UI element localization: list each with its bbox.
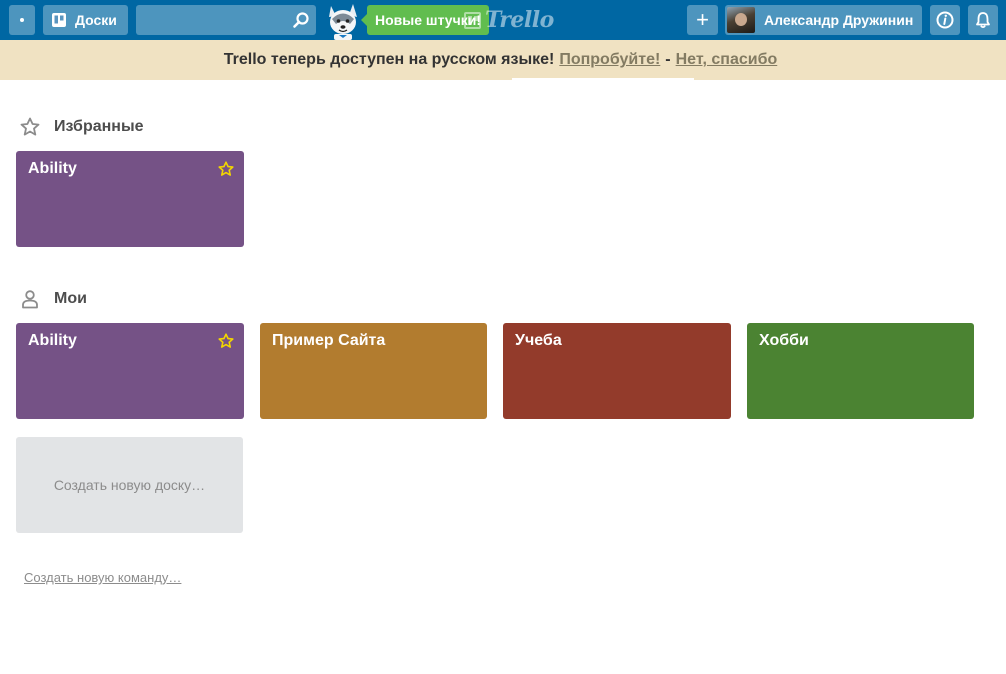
star-icon	[20, 117, 40, 136]
banner-notch	[512, 78, 694, 81]
board-tile-ability[interactable]: Ability	[16, 323, 244, 419]
try-link[interactable]: Попробуйте!	[559, 51, 660, 69]
person-icon	[22, 290, 38, 309]
info-icon	[936, 11, 954, 29]
boards-button[interactable]: Доски	[43, 5, 128, 35]
board-tile-ability-favorite[interactable]: Ability	[16, 151, 244, 247]
favorites-title-text: Избранные	[54, 118, 144, 135]
create-board-button[interactable]: Создать новую доску…	[16, 437, 243, 533]
user-menu-button[interactable]: Александр Дружинин	[725, 5, 922, 35]
create-team-link[interactable]: Создать новую команду…	[24, 570, 181, 585]
no-thanks-link[interactable]: Нет, спасибо	[676, 51, 778, 69]
info-button[interactable]	[930, 5, 960, 35]
notifications-button[interactable]	[968, 5, 998, 35]
board-tile-name: Ability	[28, 160, 77, 177]
search-icon[interactable]	[292, 11, 310, 29]
bell-icon	[976, 12, 990, 29]
board-tile-name: Ability	[28, 332, 77, 349]
menu-button[interactable]	[9, 5, 35, 35]
search-input[interactable]	[136, 5, 316, 35]
star-icon[interactable]	[218, 333, 234, 349]
star-icon[interactable]	[218, 161, 234, 177]
boards-icon	[52, 13, 66, 27]
favorites-section-title: Избранные	[20, 117, 144, 137]
language-banner: Trello теперь доступен на русском языке!…	[0, 40, 1006, 80]
husky-mascot-icon[interactable]	[323, 2, 363, 40]
board-tile-example-site[interactable]: Пример Сайта	[260, 323, 487, 419]
banner-separator: -	[665, 51, 671, 68]
menu-dot-icon	[20, 18, 24, 22]
board-tile-name: Пример Сайта	[272, 332, 386, 349]
logo-text: Trello	[485, 7, 554, 33]
search-box[interactable]	[136, 5, 316, 35]
add-button[interactable]: +	[687, 5, 718, 35]
my-boards-section-title: Мои	[20, 289, 87, 309]
avatar	[727, 7, 755, 33]
trello-logo[interactable]: Trello	[464, 6, 554, 34]
boards-button-label: Доски	[75, 12, 117, 28]
board-tile-name: Хобби	[759, 332, 809, 349]
plus-icon: +	[696, 7, 709, 32]
board-tile-hobby[interactable]: Хобби	[747, 323, 974, 419]
trello-logo-icon	[464, 11, 481, 29]
user-name: Александр Дружинин	[764, 12, 914, 28]
top-header: Доски Новые штучки! Trello + Александр Д…	[0, 0, 1006, 40]
board-tile-study[interactable]: Учеба	[503, 323, 731, 419]
board-tile-name: Учеба	[515, 332, 562, 349]
my-boards-title-text: Мои	[54, 290, 87, 307]
banner-text: Trello теперь доступен на русском языке!	[223, 51, 555, 68]
